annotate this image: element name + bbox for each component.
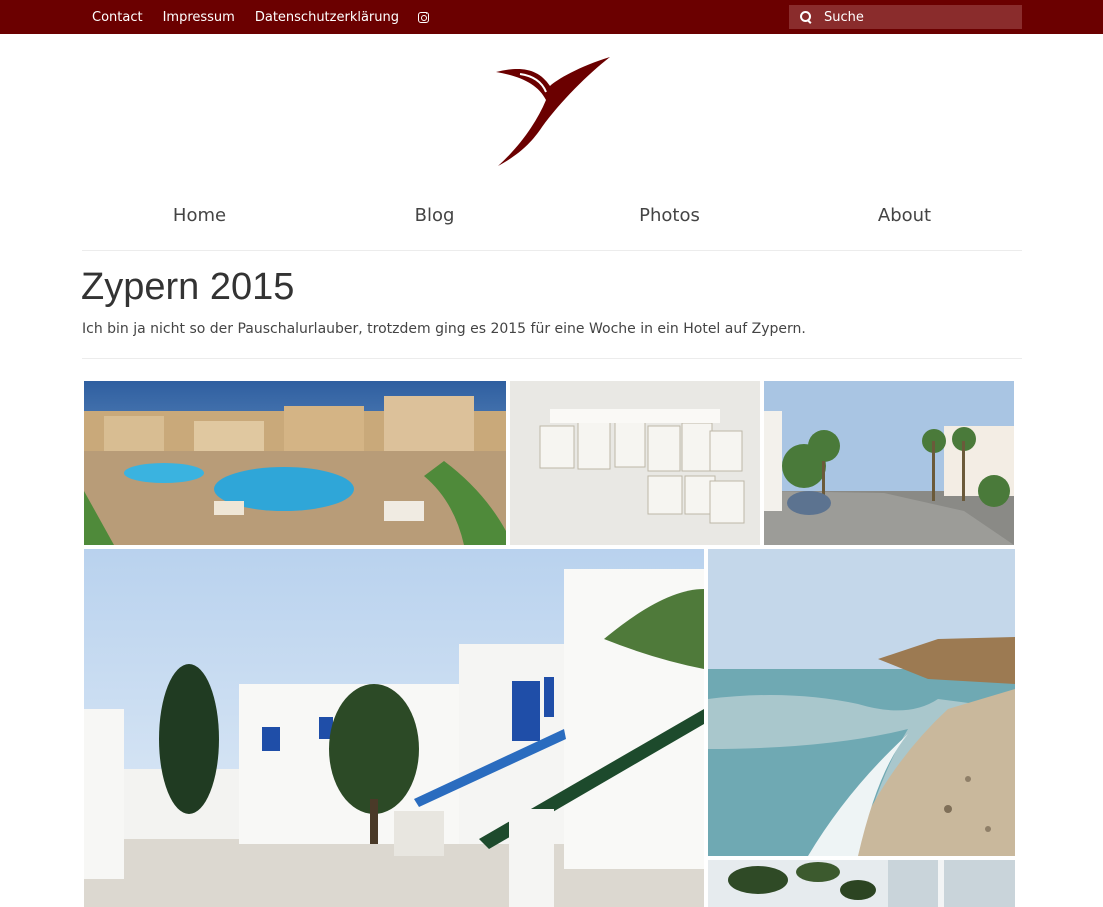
photo-street-palms[interactable] xyxy=(764,381,1014,545)
stylized-seven-logo xyxy=(496,57,610,166)
top-bar: Contact Impressum Datenschutzerklärung xyxy=(0,0,1103,34)
photo-plant-window[interactable] xyxy=(708,860,1015,907)
divider xyxy=(82,358,1022,359)
top-links: Contact Impressum Datenschutzerklärung xyxy=(92,0,429,34)
photo-resort-pool[interactable] xyxy=(84,381,506,545)
nav-blog[interactable]: Blog xyxy=(317,195,552,250)
datenschutz-link[interactable]: Datenschutzerklärung xyxy=(255,10,399,25)
page-description: Ich bin ja nicht so der Pauschalurlauber… xyxy=(82,321,806,337)
nav-photos[interactable]: Photos xyxy=(552,195,787,250)
nav-home[interactable]: Home xyxy=(82,195,317,250)
page-title: Zypern 2015 xyxy=(81,266,295,308)
instagram-icon[interactable] xyxy=(418,11,429,23)
plant-window-image xyxy=(708,860,1015,907)
contact-link[interactable]: Contact xyxy=(92,10,143,25)
nav-about[interactable]: About xyxy=(787,195,1022,250)
photo-mailboxes[interactable] xyxy=(510,381,760,545)
white-houses-image xyxy=(84,549,704,907)
impressum-link[interactable]: Impressum xyxy=(163,10,235,25)
photo-beach[interactable] xyxy=(708,549,1015,856)
street-image xyxy=(764,381,1014,545)
beach-image xyxy=(708,549,1015,856)
main-nav: Home Blog Photos About xyxy=(82,195,1022,251)
mailboxes-image xyxy=(510,381,760,545)
search-icon[interactable] xyxy=(800,11,812,23)
resort-pool-image xyxy=(84,381,506,545)
search-box[interactable] xyxy=(789,5,1022,29)
search-input[interactable] xyxy=(824,9,1014,25)
site-logo[interactable] xyxy=(490,52,615,170)
photo-white-houses[interactable] xyxy=(84,549,704,907)
